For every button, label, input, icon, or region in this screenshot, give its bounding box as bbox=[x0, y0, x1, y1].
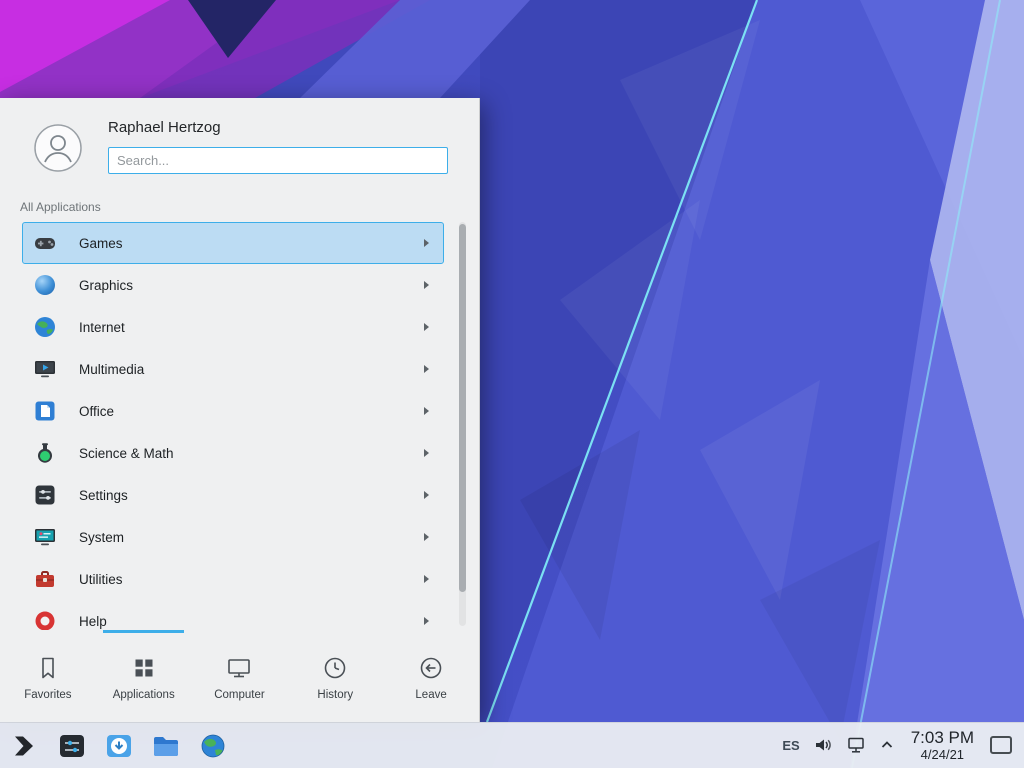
category-label: Graphics bbox=[79, 278, 133, 293]
list-scrollbar bbox=[459, 222, 466, 626]
system-settings-icon[interactable] bbox=[57, 731, 87, 761]
show-desktop-button[interactable] bbox=[990, 736, 1012, 754]
category-label: Utilities bbox=[79, 572, 123, 587]
category-row-utilities[interactable]: Utilities bbox=[22, 558, 444, 600]
app-launcher-button[interactable] bbox=[10, 731, 40, 761]
application-category-list: Games Graphics bbox=[0, 222, 479, 630]
help-icon bbox=[33, 609, 57, 630]
category-row-settings[interactable]: Settings bbox=[22, 474, 444, 516]
science-icon bbox=[33, 441, 57, 465]
launcher-footer-tabs: Favorites Applications bbox=[0, 630, 479, 722]
search-input[interactable] bbox=[108, 147, 448, 174]
tab-favorites[interactable]: Favorites bbox=[0, 630, 96, 722]
system-tray: ES 7:03 PM 4/24/21 bbox=[782, 728, 1014, 762]
internet-icon bbox=[33, 315, 57, 339]
taskbar: ES 7:03 PM 4/24/21 bbox=[0, 722, 1024, 768]
tab-computer[interactable]: Computer bbox=[192, 630, 288, 722]
category-row-office[interactable]: Office bbox=[22, 390, 444, 432]
category-row-internet[interactable]: Internet bbox=[22, 306, 444, 348]
category-label: System bbox=[79, 530, 124, 545]
games-icon bbox=[33, 231, 57, 255]
discover-icon[interactable] bbox=[104, 731, 134, 761]
submenu-arrow-icon bbox=[424, 365, 429, 373]
tab-label: History bbox=[317, 689, 353, 701]
tab-label: Leave bbox=[415, 689, 446, 701]
tab-label: Computer bbox=[214, 689, 265, 701]
clock-date: 4/24/21 bbox=[921, 748, 964, 763]
submenu-arrow-icon bbox=[424, 323, 429, 331]
section-label: All Applications bbox=[20, 200, 101, 214]
graphics-icon bbox=[33, 273, 57, 297]
category-row-multimedia[interactable]: Multimedia bbox=[22, 348, 444, 390]
leave-icon bbox=[418, 655, 444, 681]
category-row-graphics[interactable]: Graphics bbox=[22, 264, 444, 306]
category-label: Office bbox=[79, 404, 114, 419]
category-label: Settings bbox=[79, 488, 128, 503]
category-label: Multimedia bbox=[79, 362, 144, 377]
network-icon[interactable] bbox=[846, 735, 866, 755]
user-avatar[interactable] bbox=[34, 124, 82, 172]
tab-label: Applications bbox=[113, 689, 175, 701]
submenu-arrow-icon bbox=[424, 617, 429, 625]
clock-icon bbox=[322, 655, 348, 681]
file-manager-icon[interactable] bbox=[151, 731, 181, 761]
grid-icon bbox=[131, 655, 157, 681]
category-label: Science & Math bbox=[79, 446, 174, 461]
settings-icon bbox=[33, 483, 57, 507]
keyboard-layout-indicator[interactable]: ES bbox=[782, 738, 799, 753]
submenu-arrow-icon bbox=[424, 533, 429, 541]
submenu-arrow-icon bbox=[424, 281, 429, 289]
tab-label: Favorites bbox=[24, 689, 71, 701]
tray-expand-icon[interactable] bbox=[879, 737, 895, 753]
volume-icon[interactable] bbox=[813, 735, 833, 755]
digital-clock[interactable]: 7:03 PM 4/24/21 bbox=[911, 728, 974, 762]
submenu-arrow-icon bbox=[424, 575, 429, 583]
desktop: Raphael Hertzog All Applications Games bbox=[0, 0, 1024, 768]
monitor-icon bbox=[226, 655, 252, 681]
web-browser-icon[interactable] bbox=[198, 731, 228, 761]
scrollbar-thumb[interactable] bbox=[459, 224, 466, 592]
category-label: Games bbox=[79, 236, 123, 251]
bookmark-icon bbox=[35, 655, 61, 681]
office-icon bbox=[33, 399, 57, 423]
taskbar-launchers bbox=[10, 731, 228, 761]
submenu-arrow-icon bbox=[424, 491, 429, 499]
tab-applications[interactable]: Applications bbox=[96, 630, 192, 722]
category-row-system[interactable]: System bbox=[22, 516, 444, 558]
submenu-arrow-icon bbox=[424, 449, 429, 457]
submenu-arrow-icon bbox=[424, 407, 429, 415]
submenu-arrow-icon bbox=[424, 239, 429, 247]
category-label: Help bbox=[79, 614, 107, 629]
utilities-icon bbox=[33, 567, 57, 591]
tab-history[interactable]: History bbox=[287, 630, 383, 722]
launcher-header: Raphael Hertzog bbox=[0, 98, 479, 198]
system-icon bbox=[33, 525, 57, 549]
application-launcher-menu: Raphael Hertzog All Applications Games bbox=[0, 98, 480, 722]
category-label: Internet bbox=[79, 320, 125, 335]
tab-leave[interactable]: Leave bbox=[383, 630, 479, 722]
category-row-games[interactable]: Games bbox=[22, 222, 444, 264]
category-row-science-math[interactable]: Science & Math bbox=[22, 432, 444, 474]
category-row-help[interactable]: Help bbox=[22, 600, 444, 630]
multimedia-icon bbox=[33, 357, 57, 381]
clock-time: 7:03 PM bbox=[911, 728, 974, 748]
user-name: Raphael Hertzog bbox=[108, 119, 221, 136]
